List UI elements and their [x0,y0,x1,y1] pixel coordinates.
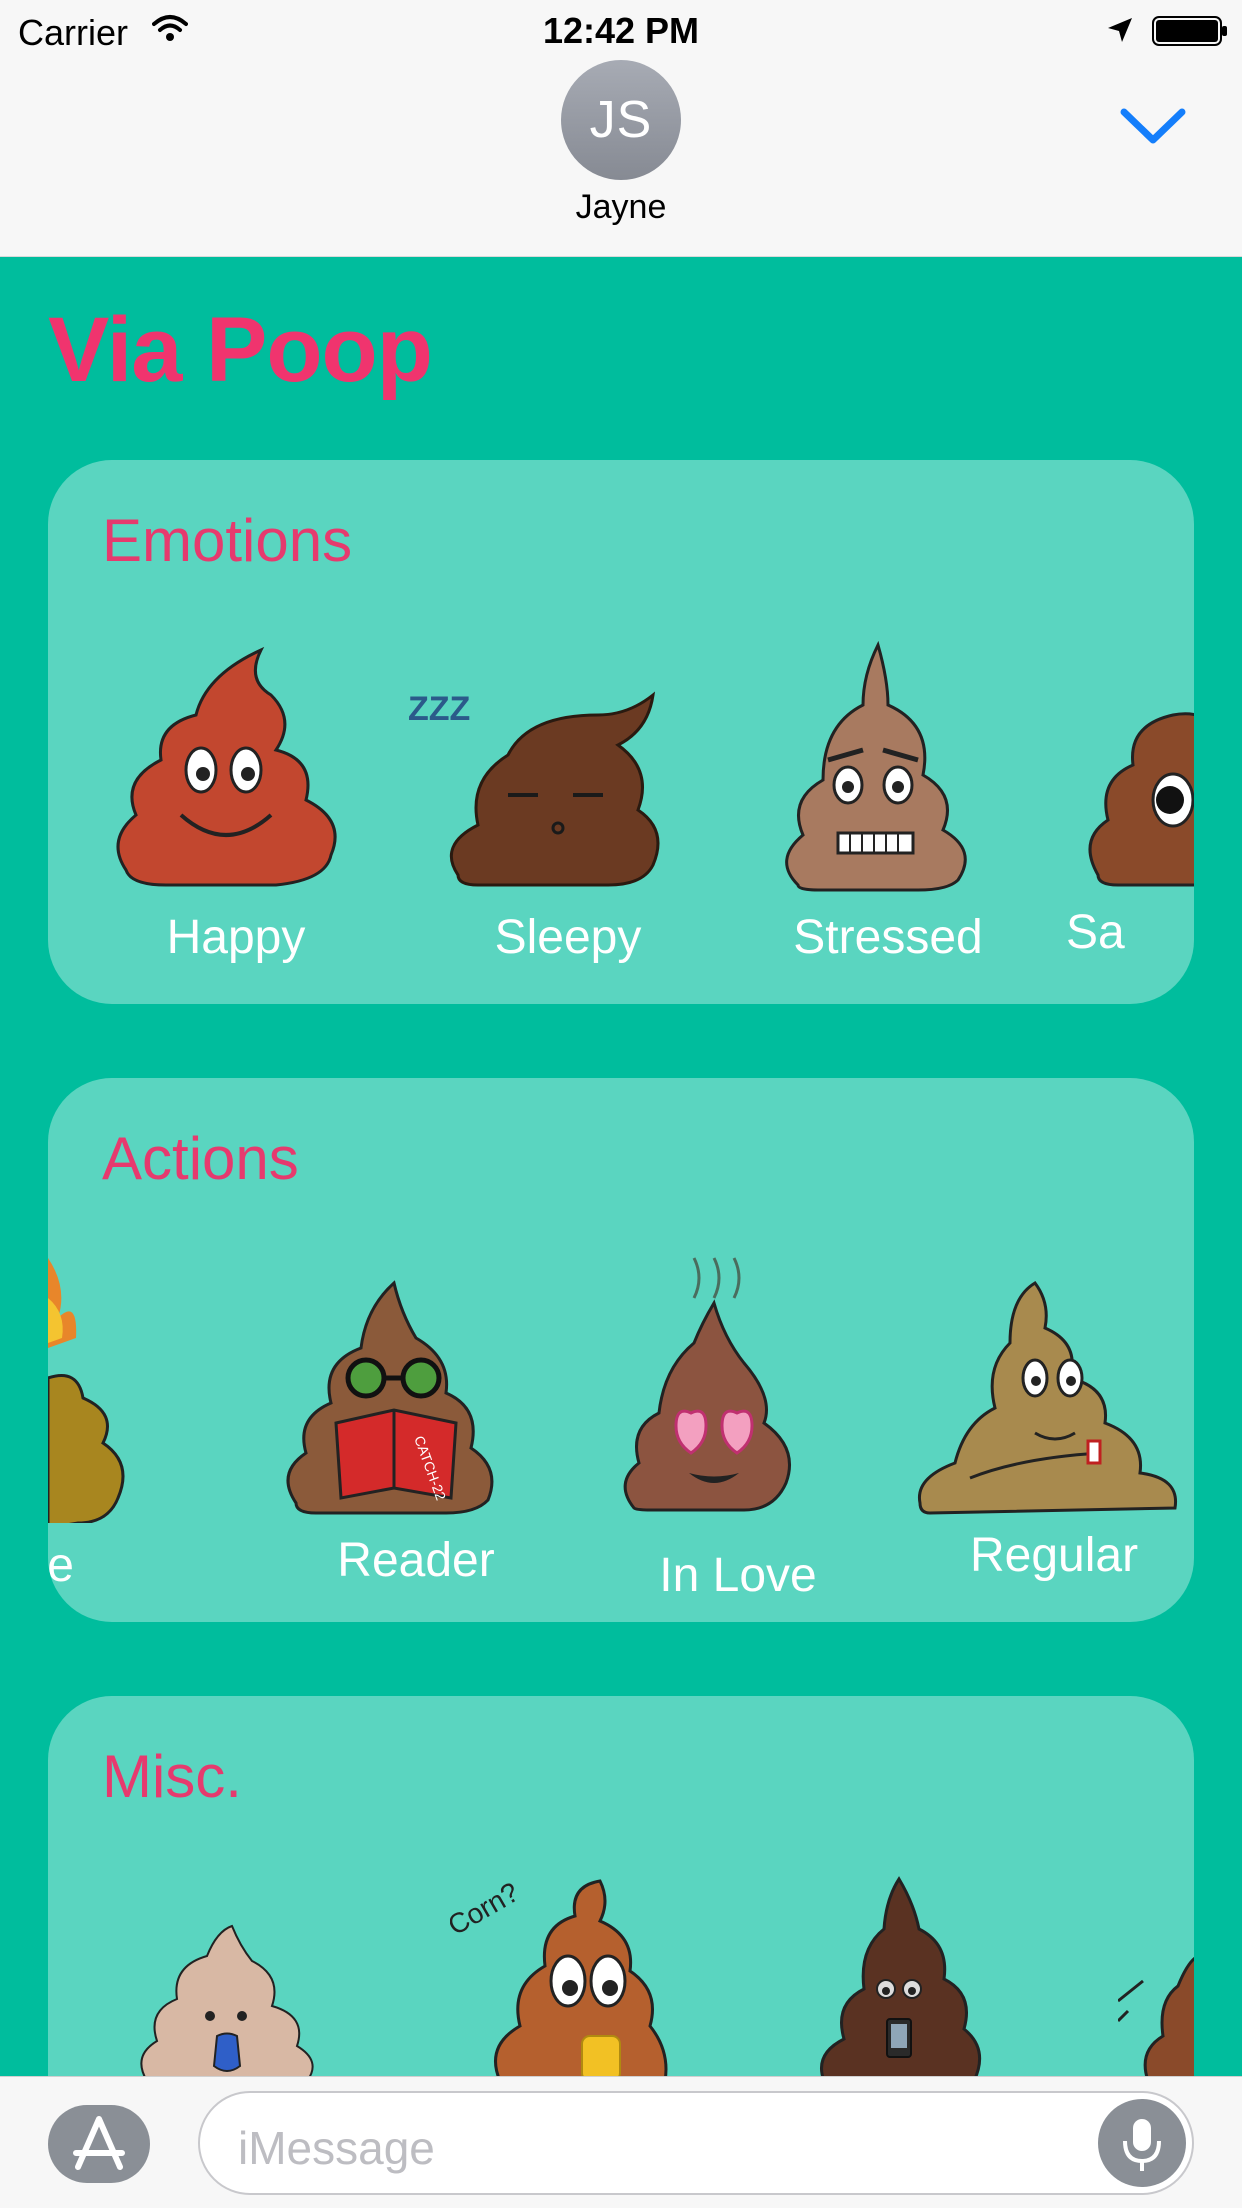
sleepy-poop-illustration: ZZZ [408,690,660,887]
sticker-in-love[interactable]: In Love [614,1248,914,1602]
sticker-label: Reader [337,1534,495,1587]
sticker-label: Sa [1066,906,1125,959]
contact-avatar[interactable]: JS [561,60,681,180]
sticker-baby[interactable] [132,1921,432,2081]
contact-name[interactable]: Jayne [0,188,1242,227]
microphone-icon[interactable] [1098,2099,1186,2187]
baby-poop-illustration [140,1924,314,2081]
message-input[interactable]: iMessage [198,2091,1194,2195]
sticker-label: In Love [659,1549,817,1602]
category-card-actions: Actions re CATCH-22 Reader [48,1078,1194,1622]
sticker-label: Regular [969,1529,1139,1582]
in-love-poop-illustration [623,1257,791,1512]
message-input-bar: iMessage [0,2076,1242,2208]
sticker-strip[interactable]: re CATCH-22 Reader In [48,1078,1194,1622]
sticker-label: Happy [166,911,306,964]
sticker-label: Stressed [793,911,983,964]
sticker-sad-partial[interactable]: Sa [1066,670,1194,959]
sticker-happy[interactable]: Happy [96,640,396,964]
category-card-emotions: Emotions Happy ZZZ Sleepy Stressed Sa [48,460,1194,1004]
stressed-poop-illustration [785,640,967,892]
partial-poop-illustration [1118,1956,1194,2081]
chevron-down-icon[interactable] [1118,100,1188,150]
sticker-label: re [48,1539,74,1592]
message-placeholder: iMessage [238,2122,435,2174]
sticker-partial[interactable] [1118,1921,1194,2081]
sticker-stressed[interactable]: Stressed [738,635,1038,964]
sticker-reader[interactable]: CATCH-22 Reader [276,1278,576,1587]
fire-poop-illustration [48,1258,125,1523]
reader-poop-illustration: CATCH-22 [286,1280,494,1515]
battery-icon [1152,16,1228,51]
location-arrow-icon [1106,16,1134,49]
status-bar: Carrier 12:42 PM [0,0,1242,60]
sticker-regular[interactable]: Regular [910,1273,1194,1582]
sticker-corn[interactable]: Corn? [450,1876,750,2081]
app-store-icon[interactable] [48,2105,150,2183]
corn-poop-illustration: Corn? [450,1876,668,2081]
sticker-strip[interactable]: Happy ZZZ Sleepy Stressed Sa [48,460,1194,1004]
app-title: Via Poop [48,299,433,401]
happy-poop-illustration [116,646,337,887]
status-time: 12:42 PM [542,10,700,51]
phone-poop-illustration [820,1876,982,2081]
conversation-header: Carrier 12:42 PM JS Jayne [0,0,1242,257]
regular-poop-illustration [917,1281,1178,1515]
sticker-label: Sleepy [494,911,642,964]
sticker-phone[interactable] [804,1874,1104,2081]
svg-text:ZZZ: ZZZ [408,690,470,728]
sad-poop-illustration [1088,712,1194,887]
svg-text:Corn?: Corn? [450,1876,524,1941]
sticker-sleepy[interactable]: ZZZ Sleepy [398,660,698,964]
